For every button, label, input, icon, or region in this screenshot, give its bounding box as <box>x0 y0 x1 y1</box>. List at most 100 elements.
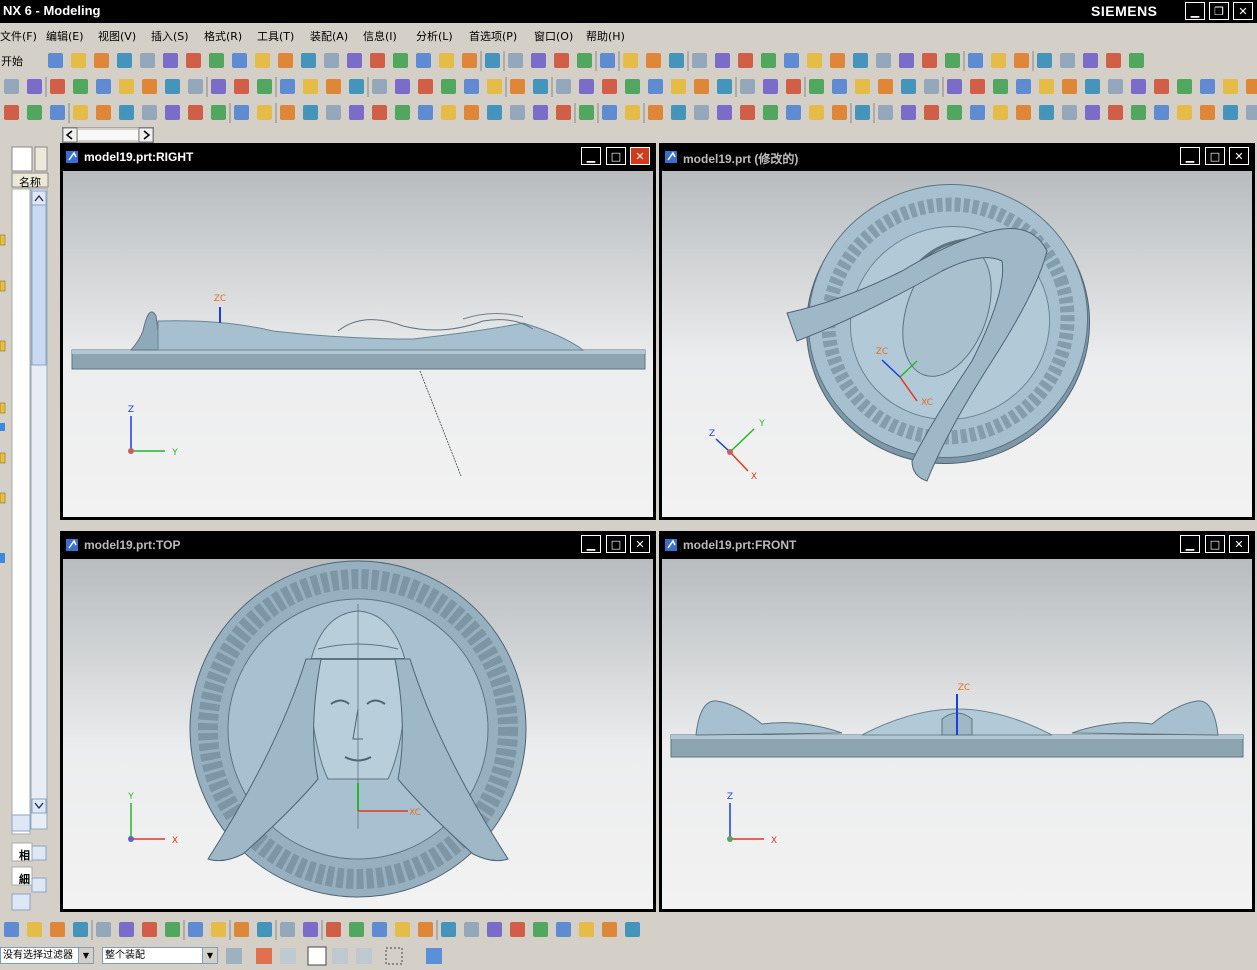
graphics-area[interactable]: XC Y X <box>63 559 653 909</box>
menu-help[interactable]: 帮助(H) <box>586 28 625 44</box>
toolbar-icon <box>1154 79 1169 94</box>
viewport-close-button[interactable]: ✕ <box>630 535 650 553</box>
menu-analysis[interactable]: 分析(L) <box>416 28 453 44</box>
toolbar-icons-bottom[interactable] <box>0 917 1257 943</box>
toolbar-icon <box>531 53 546 68</box>
toolbar-icon <box>27 922 42 937</box>
restore-button[interactable]: ❐ <box>1209 2 1229 20</box>
viewport-minimize-button[interactable]: ▁ <box>1180 147 1200 165</box>
navigator-column-header[interactable]: 名称 <box>19 174 41 190</box>
toolbar-icon <box>347 53 362 68</box>
menu-file[interactable]: 文件(F) <box>0 28 37 44</box>
cube-icon <box>426 948 442 964</box>
menu-window[interactable]: 窗口(O) <box>534 28 573 44</box>
menu-insert[interactable]: 插入(S) <box>151 28 189 44</box>
selection-tools[interactable] <box>222 945 452 967</box>
toolbar-icons-3[interactable] <box>0 100 1257 126</box>
start-menu-button[interactable]: 开始 <box>1 53 23 69</box>
chevron-down-icon[interactable]: ▼ <box>78 948 93 963</box>
graphics-area[interactable]: ZC Z Y <box>63 171 653 517</box>
minimize-icon: ▁ <box>1185 537 1195 551</box>
viewport-top[interactable]: model19.prt:TOP ▁ □ ✕ XC Y X <box>60 531 656 912</box>
menu-view[interactable]: 视图(V) <box>98 28 136 44</box>
toolbar-icon <box>50 922 65 937</box>
viewport-right[interactable]: model19.prt:RIGHT ▁ □ ✕ ZC Z Y <box>60 143 656 520</box>
viewport-maximize-button[interactable]: □ <box>1205 147 1225 165</box>
y-axis-label: Y <box>758 419 765 429</box>
toolbar-icon <box>991 53 1006 68</box>
toolbar-icon <box>4 105 19 120</box>
toolbar-icon <box>165 922 180 937</box>
toolbar-icon <box>27 105 42 120</box>
toolbar-icons-2[interactable] <box>0 74 1257 100</box>
part-navigator[interactable]: 名称 相 細 <box>0 143 57 918</box>
toolbar-icon <box>510 922 525 937</box>
viewport-maximize-button[interactable]: □ <box>606 147 626 165</box>
toolbar-icon <box>234 922 249 937</box>
toolbar-icon <box>1223 105 1238 120</box>
viewport-close-button[interactable]: ✕ <box>1229 147 1249 165</box>
toolbar-icon <box>671 79 686 94</box>
toolbar-scroll[interactable] <box>62 127 154 143</box>
toolbar-icon <box>462 53 477 68</box>
toolbar-icon <box>464 79 479 94</box>
toolbar-icon <box>1129 53 1144 68</box>
toolbar-row-2 <box>0 74 1257 100</box>
toolbar-icon <box>211 79 226 94</box>
toolbar-icon <box>487 922 502 937</box>
model-top-view: XC Y X <box>127 560 527 898</box>
chevron-down-icon[interactable]: ▼ <box>202 948 217 963</box>
toolbar-icon <box>418 922 433 937</box>
viewport-minimize-button[interactable]: ▁ <box>1180 535 1200 553</box>
toolbar-icon <box>694 79 709 94</box>
selection-filter-select[interactable]: 没有选择过滤器 ▼ <box>0 947 94 964</box>
toolbar-icon <box>715 53 730 68</box>
menu-format[interactable]: 格式(R) <box>204 28 242 44</box>
toolbar-icon <box>234 79 249 94</box>
menu-preferences[interactable]: 首选项(P) <box>469 28 517 44</box>
app-title: NX 6 - Modeling <box>3 3 101 18</box>
viewport-minimize-button[interactable]: ▁ <box>581 535 601 553</box>
toolbar-icon <box>303 79 318 94</box>
toolbar-icon <box>876 53 891 68</box>
toolbar-icon <box>165 79 180 94</box>
viewport-minimize-button[interactable]: ▁ <box>581 147 601 165</box>
z-axis-label: Z <box>709 429 715 439</box>
toolbar-icon <box>439 53 454 68</box>
toolbar-icon <box>257 922 272 937</box>
close-button[interactable]: ✕ <box>1233 2 1253 20</box>
toolbar-icon <box>602 105 617 120</box>
toolbar-icon <box>96 922 111 937</box>
viewport-close-button[interactable]: ✕ <box>1229 535 1249 553</box>
toolbar-icon <box>326 105 341 120</box>
menu-assembly[interactable]: 装配(A) <box>310 28 348 44</box>
toolbar-icon <box>372 922 387 937</box>
menu-edit[interactable]: 编辑(E) <box>46 28 84 44</box>
menu-tools[interactable]: 工具(T) <box>257 28 294 44</box>
maximize-icon: □ <box>1209 149 1221 163</box>
viewport-maximize-button[interactable]: □ <box>606 535 626 553</box>
viewport-front[interactable]: model19.prt:FRONT ▁ □ ✕ ZC Z X <box>659 531 1255 912</box>
toolbar-icon <box>395 105 410 120</box>
toolbar-icons-1[interactable] <box>0 48 1257 74</box>
toolbar-icon <box>186 53 201 68</box>
toolbar-icon <box>485 53 500 68</box>
viewport-close-button[interactable]: ✕ <box>630 147 650 165</box>
viewport-iso[interactable]: model19.prt (修改的) ▁ □ ✕ ZC XC Z Y X <box>659 143 1255 520</box>
toolbar-icon <box>326 922 341 937</box>
viewport-maximize-button[interactable]: □ <box>1205 535 1225 553</box>
minimize-button[interactable]: ▁ <box>1185 2 1205 20</box>
toolbar-icon <box>441 922 456 937</box>
navigator-item-1[interactable]: 相 <box>19 847 30 863</box>
toolbar-icon <box>740 79 755 94</box>
toolbar-icon <box>533 79 548 94</box>
close-icon: ✕ <box>635 537 645 551</box>
navigator-item-2[interactable]: 細 <box>19 871 30 887</box>
selection-scope-select[interactable]: 整个装配 ▼ <box>102 947 218 964</box>
graphics-area[interactable]: ZC XC Z Y X <box>662 171 1252 517</box>
toolbar-icon <box>579 922 594 937</box>
toolbar-icon <box>234 105 249 120</box>
menu-info[interactable]: 信息(I) <box>363 28 397 44</box>
graphics-area[interactable]: ZC Z X <box>662 559 1252 909</box>
toolbar-icon <box>947 105 962 120</box>
